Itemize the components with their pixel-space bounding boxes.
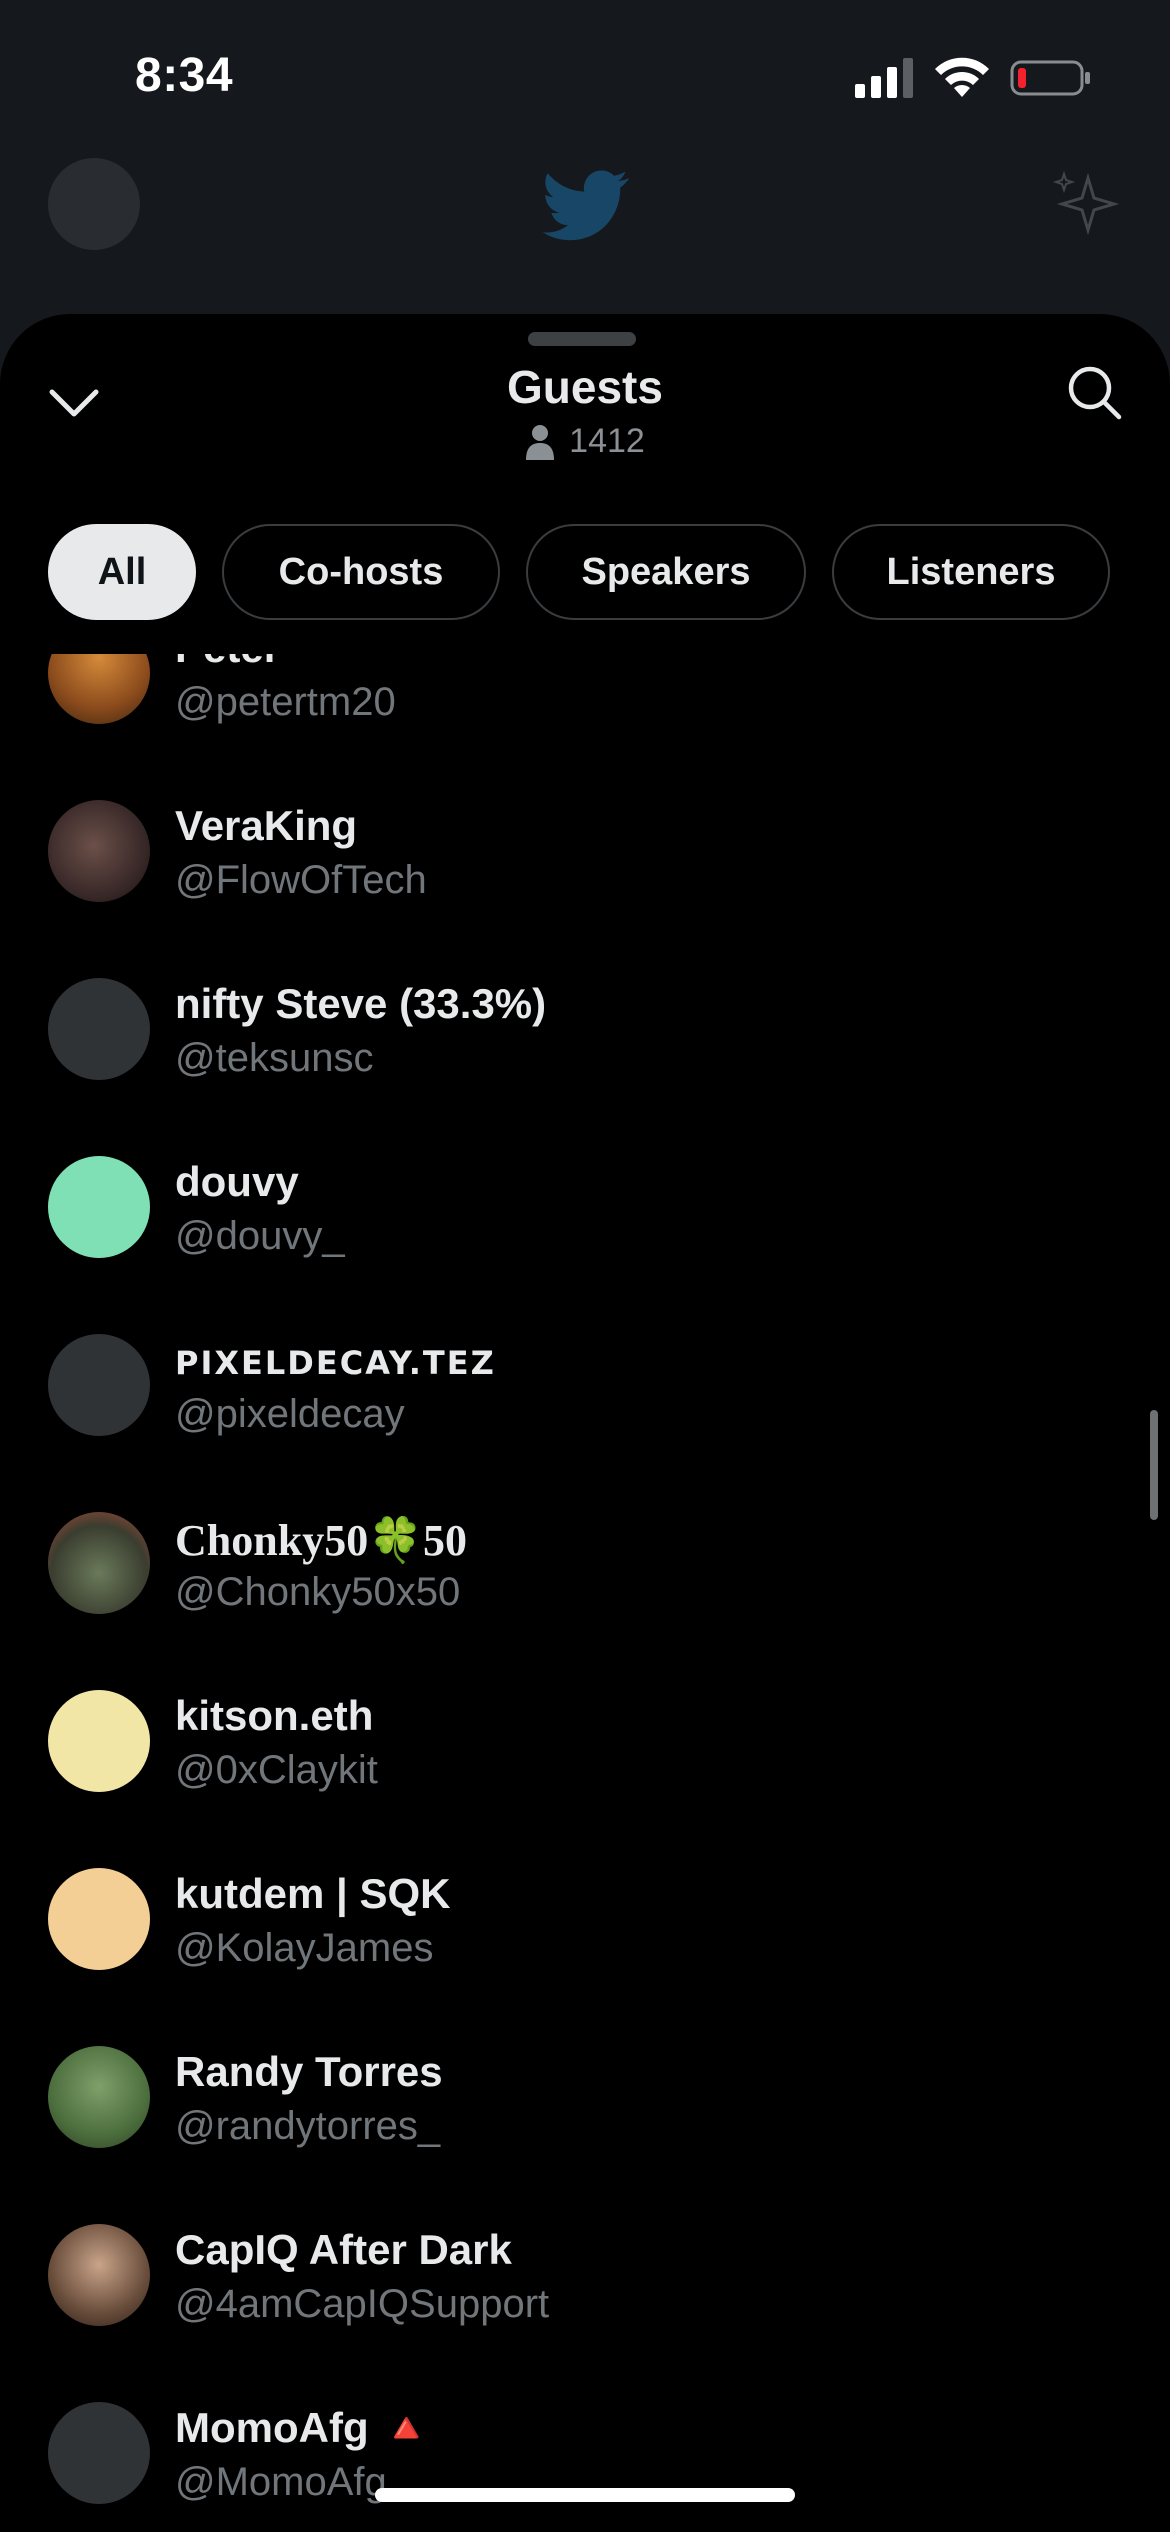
scroll-indicator[interactable]	[1150, 1410, 1158, 1520]
listener-count: 1412	[0, 422, 1170, 461]
guest-name: PIXELDECAY.TEZ	[175, 1344, 496, 1382]
chip-co-hosts[interactable]: Co-hosts	[222, 524, 500, 620]
background-avatar	[48, 158, 140, 250]
guest-list[interactable]: Peter @petertm20 VeraKing @FlowOfTech ni…	[0, 654, 1170, 2532]
guest-handle: @Chonky50x50	[175, 1570, 461, 1614]
guest-handle: @randytorres_	[175, 2104, 441, 2148]
avatar	[48, 978, 150, 1080]
listener-count-text: 1412	[569, 422, 645, 460]
twitter-bird-icon	[542, 170, 630, 241]
guest-row[interactable]: kutdem | SQK @KolayJames	[0, 1830, 1170, 2008]
guest-handle: @4amCapIQSupport	[175, 2282, 550, 2326]
avatar	[48, 2402, 150, 2504]
sparkle-icon	[1052, 170, 1120, 236]
guest-row[interactable]: Randy Torres @randytorres_	[0, 2008, 1170, 2186]
guest-row[interactable]: Peter @petertm20	[0, 654, 1170, 762]
home-indicator[interactable]	[375, 2488, 795, 2502]
background-app: 8:34	[0, 0, 1170, 330]
guest-name: nifty Steve (33.3%)	[175, 980, 547, 1027]
search-icon[interactable]	[1064, 362, 1124, 422]
avatar	[48, 800, 150, 902]
guest-handle: @MomoAfg	[175, 2460, 387, 2504]
sheet-title: Guests	[507, 361, 663, 413]
avatar	[48, 1156, 150, 1258]
status-time: 8:34	[135, 49, 234, 102]
avatar	[48, 1690, 150, 1792]
person-icon	[526, 424, 555, 460]
guest-name: MomoAfg 🔺	[175, 2404, 433, 2451]
guest-row[interactable]: Chonky50🍀50 @Chonky50x50	[0, 1474, 1170, 1652]
avatar	[48, 1334, 150, 1436]
chip-all[interactable]: All	[48, 524, 196, 620]
guest-name: Chonky50🍀50	[175, 1516, 467, 1565]
filter-chips: All Co-hosts Speakers Listeners	[48, 524, 1110, 620]
avatar	[48, 2046, 150, 2148]
avatar	[48, 1868, 150, 1970]
guest-row[interactable]: CapIQ After Dark @4amCapIQSupport	[0, 2186, 1170, 2364]
avatar	[48, 654, 150, 724]
guest-name: Peter	[175, 654, 280, 672]
guest-handle: @FlowOfTech	[175, 858, 427, 902]
guest-row[interactable]: nifty Steve (33.3%) @teksunsc	[0, 940, 1170, 1118]
avatar	[48, 2224, 150, 2326]
cellular-signal-icon	[855, 58, 913, 98]
guest-name: VeraKing	[175, 802, 358, 849]
guest-handle: @KolayJames	[175, 1926, 434, 1970]
guest-row[interactable]: douvy @douvy_	[0, 1118, 1170, 1296]
guest-name: kutdem | SQK	[175, 1870, 451, 1917]
guests-sheet: Guests 1412 All Co-hosts Speakers Listen…	[0, 314, 1170, 2532]
guest-handle: @0xClaykit	[175, 1748, 378, 1792]
chip-listeners[interactable]: Listeners	[832, 524, 1110, 620]
guest-name: CapIQ After Dark	[175, 2226, 512, 2273]
sheet-grabber[interactable]	[528, 332, 636, 346]
guest-row[interactable]: MomoAfg 🔺 @MomoAfg	[0, 2364, 1170, 2532]
wifi-icon	[935, 57, 989, 97]
battery-icon	[1010, 60, 1090, 96]
guest-handle: @pixeldecay	[175, 1392, 405, 1436]
guest-name: kitson.eth	[175, 1692, 374, 1739]
guest-handle: @douvy_	[175, 1214, 345, 1258]
guest-row[interactable]: kitson.eth @0xClaykit	[0, 1652, 1170, 1830]
guest-name: Randy Torres	[175, 2048, 443, 2095]
guest-handle: @petertm20	[175, 680, 396, 724]
avatar	[48, 1512, 150, 1614]
chip-speakers[interactable]: Speakers	[526, 524, 806, 620]
guest-row[interactable]: PIXELDECAY.TEZ @pixeldecay	[0, 1296, 1170, 1474]
guest-handle: @teksunsc	[175, 1036, 374, 1080]
guest-row[interactable]: VeraKing @FlowOfTech	[0, 762, 1170, 940]
guest-name: douvy	[175, 1158, 299, 1205]
